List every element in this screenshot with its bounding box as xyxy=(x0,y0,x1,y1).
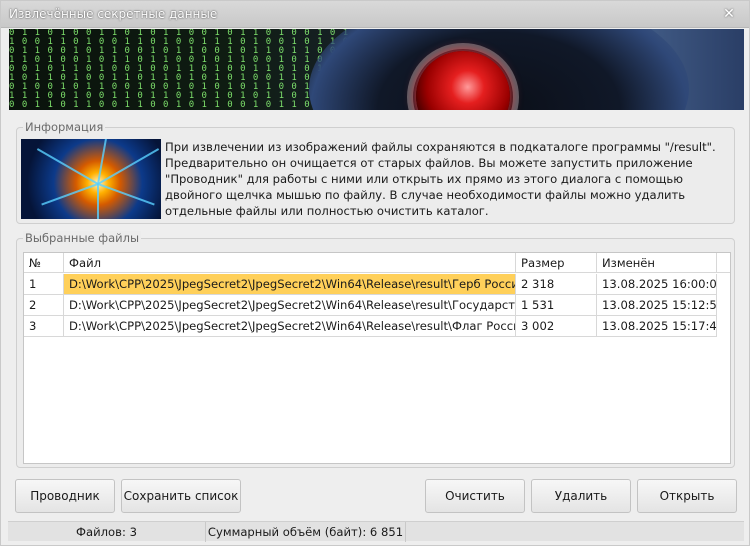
close-icon[interactable]: ✕ xyxy=(719,4,739,24)
row-size: 2 318 xyxy=(516,274,597,295)
title-bar[interactable]: Извлечённые секретные данные ✕ xyxy=(1,1,749,28)
table-header: № Файл Размер Изменён xyxy=(24,253,730,273)
save-list-button[interactable]: Сохранить список xyxy=(121,479,241,513)
table-row[interactable]: 3 D:\Work\CPP\2025\JpegSecret2\JpegSecre… xyxy=(24,316,730,337)
row-size: 3 002 xyxy=(516,316,597,337)
row-modified: 13.08.2025 15:12:54 xyxy=(597,295,717,316)
dialog-window: Извлечённые секретные данные ✕ 0 1 1 0 1… xyxy=(0,0,750,546)
row-file-path[interactable]: D:\Work\CPP\2025\JpegSecret2\JpegSecret2… xyxy=(64,295,516,316)
open-button[interactable]: Открыть xyxy=(637,479,737,513)
files-group-label: Выбранные файлы xyxy=(23,231,142,245)
window-title: Извлечённые секретные данные xyxy=(9,7,218,21)
info-group: Информация При извлечении из изображений… xyxy=(16,120,735,224)
clear-button[interactable]: Очистить xyxy=(425,479,525,513)
column-header-number[interactable]: № xyxy=(24,253,64,273)
explorer-button[interactable]: Проводник xyxy=(15,479,115,513)
row-modified: 13.08.2025 15:17:46 xyxy=(597,316,717,337)
network-globe-image xyxy=(21,139,161,219)
row-size: 1 531 xyxy=(516,295,597,316)
delete-button[interactable]: Удалить xyxy=(531,479,631,513)
column-header-size[interactable]: Размер xyxy=(516,253,597,273)
row-file-path[interactable]: D:\Work\CPP\2025\JpegSecret2\JpegSecret2… xyxy=(64,274,516,295)
row-number: 2 xyxy=(24,295,64,316)
selected-files-group: Выбранные файлы № Файл Размер Изменён 1 … xyxy=(16,231,735,468)
column-header-modified[interactable]: Изменён xyxy=(597,253,717,273)
table-row[interactable]: 1 D:\Work\CPP\2025\JpegSecret2\JpegSecre… xyxy=(24,274,730,295)
column-header-file[interactable]: Файл xyxy=(64,253,516,273)
info-text: При извлечении из изображений файлы сохр… xyxy=(165,140,716,218)
files-table[interactable]: № Файл Размер Изменён 1 D:\Work\CPP\2025… xyxy=(23,252,731,464)
row-number: 3 xyxy=(24,316,64,337)
info-group-label: Информация xyxy=(23,120,106,134)
row-number: 1 xyxy=(24,274,64,295)
status-bar: Файлов: 3 Суммарный объём (байт): 6 851 xyxy=(8,521,744,542)
status-files-count: Файлов: 3 xyxy=(8,522,206,542)
table-row[interactable]: 2 D:\Work\CPP\2025\JpegSecret2\JpegSecre… xyxy=(24,295,730,316)
status-total-size: Суммарный объём (байт): 6 851 xyxy=(206,522,406,542)
row-modified: 13.08.2025 16:00:06 xyxy=(597,274,717,295)
header-banner-image: 0 1 1 0 1 0 0 1 1 0 1 0 1 1 0 0 1 0 1 1 … xyxy=(9,29,744,110)
row-file-path[interactable]: D:\Work\CPP\2025\JpegSecret2\JpegSecret2… xyxy=(64,316,516,337)
